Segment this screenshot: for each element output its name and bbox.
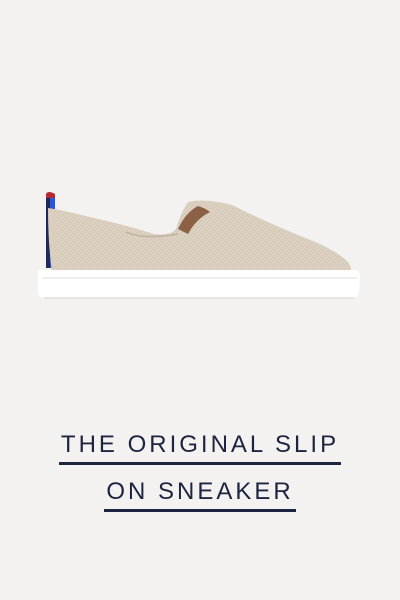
product-title-line-1: THE ORIGINAL SLIP bbox=[58, 430, 342, 465]
product-card[interactable]: THE ORIGINAL SLIP ON SNEAKER bbox=[0, 0, 400, 600]
product-title-line-2: ON SNEAKER bbox=[104, 477, 296, 512]
slip-on-sneaker-image[interactable] bbox=[28, 190, 364, 310]
shoe-sole bbox=[38, 270, 360, 298]
product-title-link[interactable]: THE ORIGINAL SLIP ON SNEAKER bbox=[0, 430, 400, 524]
